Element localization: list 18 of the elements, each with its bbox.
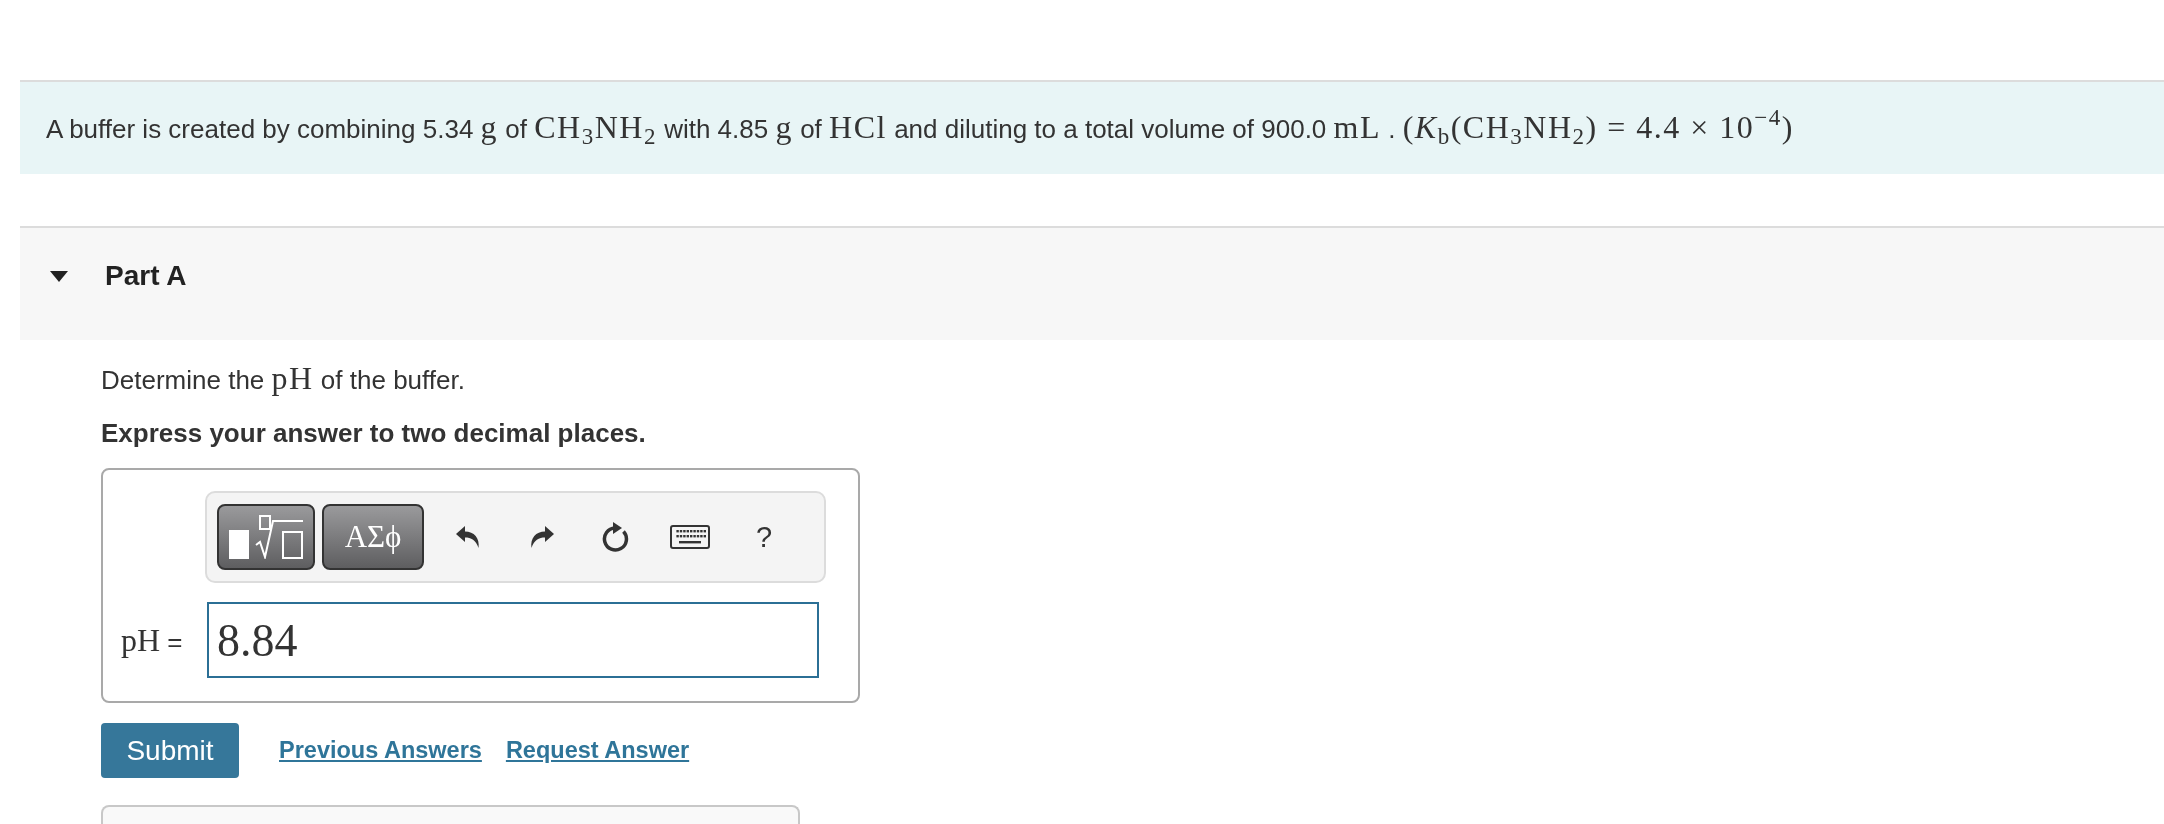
templates-button[interactable] [217, 504, 315, 570]
question-prompt: Determine the pH of the buffer. [101, 361, 466, 397]
answer-instruction: Express your answer to two decimal places. [101, 417, 647, 450]
undo-icon [455, 525, 481, 549]
square-root-icon [229, 515, 303, 559]
answer-label: pH = [121, 621, 184, 659]
previous-answers-link[interactable]: Previous Answers [279, 737, 482, 764]
problem-statement: A buffer is created by combining 5.34 g of CH$_{3}$NH$_{2}$ with 4.85 g of HCl and diluting to a total volume of 900.0 mL . (K$_{b}$(CH$_{3}$NH$_{2}$) = 4.4 × 10$^{−4}$) [46, 107, 1794, 149]
reset-icon [602, 522, 630, 552]
request-answer-link[interactable]: Request Answer [505, 737, 690, 764]
answer-field[interactable]: 8.84 [207, 602, 819, 678]
help-button[interactable]: ? [734, 512, 794, 562]
part-header[interactable]: Part A [20, 226, 2164, 340]
redo-icon [529, 525, 555, 549]
symbols-button[interactable]: ΑΣϕ [322, 504, 424, 570]
part-title: Part A [105, 260, 187, 292]
keyboard-icon [670, 525, 710, 549]
submit-button[interactable]: Submit [101, 723, 239, 778]
